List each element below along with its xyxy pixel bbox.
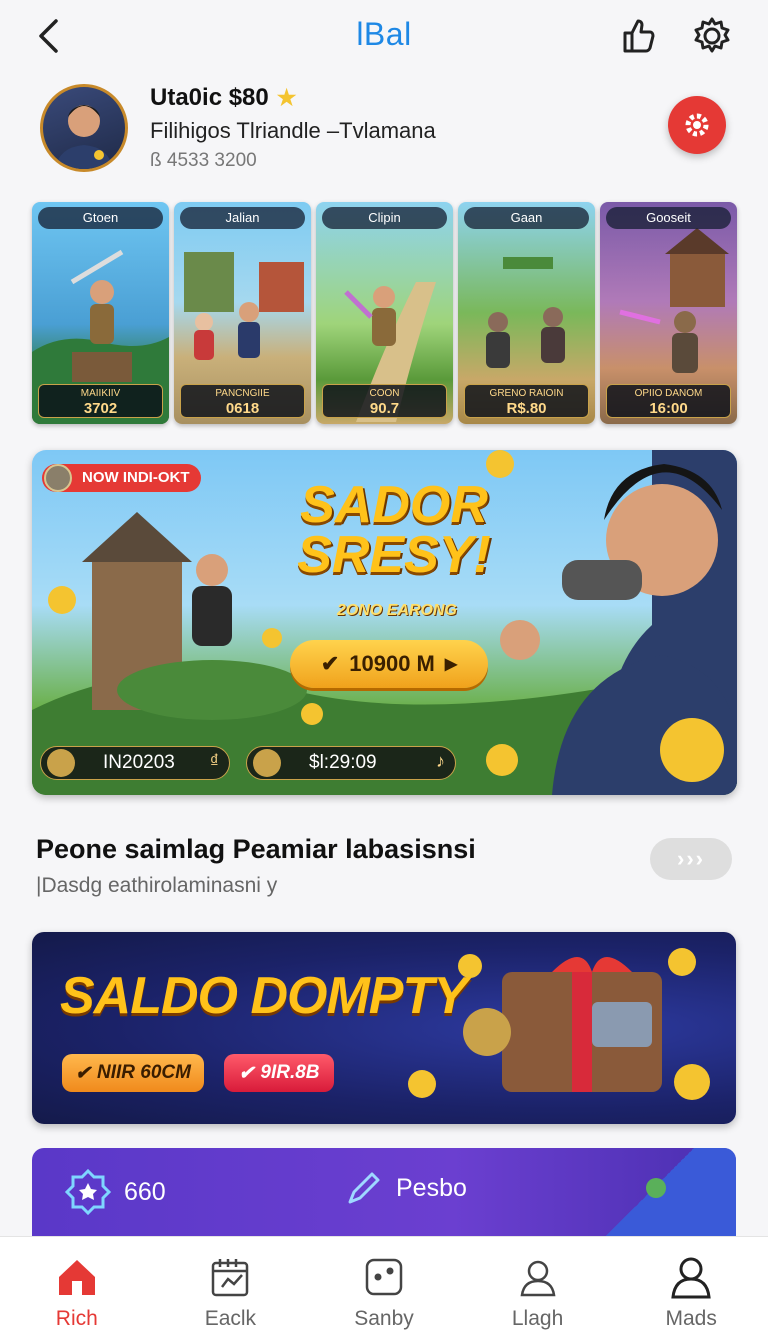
nav-item-eaclk[interactable]: Eaclk: [154, 1237, 308, 1344]
nav-item-llagh[interactable]: Llagh: [461, 1237, 615, 1344]
game-card[interactable]: Gaan GRENO RAIOIN R$.80: [458, 202, 595, 424]
nav-label: Mads: [665, 1307, 717, 1330]
game-card[interactable]: Gtoen MAIIKIIV 3702: [32, 202, 169, 424]
profile-subtitle: Filihigos Tlriandle –Tvlamana: [150, 118, 436, 143]
card-title: Gtoen: [38, 207, 163, 229]
hero-banner[interactable]: NOW INDI-OKT SADOR SRESY! 2ONO EARONG ✔ 1…: [32, 450, 737, 795]
hero-subtitle: 2ONO EARONG: [336, 602, 457, 619]
card-footer: COON 90.7: [322, 384, 447, 418]
dice-icon: [365, 1258, 403, 1296]
check-icon: ✔: [320, 651, 340, 676]
game-cards-row: Gtoen MAIIKIIV 3702 Jalian PANCNGIIE 0618 …: [32, 202, 738, 424]
music-icon: ♪: [436, 751, 445, 771]
see-more-button[interactable]: ›››: [650, 838, 732, 880]
user-icon: [520, 1260, 556, 1297]
promo-banner[interactable]: SALDO DOMPTY ✔ NIIR 60CM ✔ 9IR.8B: [32, 932, 736, 1124]
profile-settings-button[interactable]: [668, 96, 726, 154]
section-subtitle: |Dasdg eathirolaminasni y: [36, 874, 278, 897]
coin-icon: ₫: [209, 751, 219, 771]
avatar[interactable]: [40, 84, 128, 172]
card-title: Jalian: [180, 207, 305, 229]
profile-name: Uta0ic $80 ★: [150, 84, 297, 111]
game-card[interactable]: Gooseit OPIIO DANOM 16:00: [600, 202, 737, 424]
hero-badge: NOW INDI-OKT: [42, 464, 202, 492]
section-title: Peone saimlag Peamiar labasisnsi: [36, 834, 476, 864]
promo-title: SALDO DOMPTY: [60, 967, 468, 1025]
promo-button-1[interactable]: ✔ NIIR 60CM: [62, 1054, 204, 1092]
play-icon: ▶: [444, 656, 458, 673]
like-button[interactable]: [616, 14, 660, 58]
calendar-icon: [212, 1259, 249, 1297]
nav-label: Rich: [55, 1307, 98, 1330]
chest-icon: [253, 749, 281, 777]
profile-icon: [671, 1257, 711, 1299]
nav-label: Eaclk: [204, 1307, 257, 1330]
stats-bar: 660 Pesbo: [32, 1148, 736, 1238]
card-footer: MAIIKIIV 3702: [38, 384, 163, 418]
profile-id: ß 4533 3200: [150, 150, 257, 171]
gem-icon: [646, 1178, 666, 1198]
badge-icon: [44, 464, 72, 492]
like-icon: [623, 19, 655, 53]
badge-icon: [64, 1168, 112, 1216]
check-icon: ✔: [238, 1062, 255, 1084]
hero-title: SADOR SRESY!: [297, 476, 491, 584]
card-footer: GRENO RAIOIN R$.80: [464, 384, 589, 418]
card-title: Clipin: [322, 207, 447, 229]
game-card[interactable]: Clipin COON 90.7: [316, 202, 453, 424]
pen-icon: [348, 1172, 380, 1204]
game-card[interactable]: Jalian PANCNGIIE 0618: [174, 202, 311, 424]
nav-label: Sanby: [354, 1307, 414, 1330]
home-icon: [58, 1260, 95, 1295]
hero-pill-timer[interactable]: $l:29:09 ♪: [246, 746, 456, 780]
settings-icon: [694, 17, 730, 53]
gear-icon: [685, 113, 709, 137]
nav-label: Llagh: [511, 1307, 564, 1330]
stat-badge[interactable]: 660: [64, 1168, 166, 1216]
promo-button-2[interactable]: ✔ 9IR.8B: [224, 1054, 334, 1092]
stat-pen[interactable]: Pesbo: [344, 1168, 467, 1208]
card-footer: OPIIO DANOM 16:00: [606, 384, 731, 418]
profile-section: Uta0ic $80 ★ Filihigos Tlriandle –Tvlaman…: [40, 84, 730, 184]
top-bar: lBal: [0, 0, 768, 72]
nav-item-sanby[interactable]: Sanby: [307, 1237, 461, 1344]
hero-cta-button[interactable]: ✔ 10900 M ▶: [290, 640, 488, 688]
card-footer: PANCNGIIE 0618: [180, 384, 305, 418]
card-title: Gooseit: [606, 207, 731, 229]
nav-item-mads[interactable]: Mads: [614, 1237, 768, 1344]
star-icon: ★: [276, 85, 297, 110]
hero-pill-code[interactable]: IN20203 ₫: [40, 746, 230, 780]
nav-item-rich[interactable]: Rich: [0, 1237, 154, 1344]
bottom-nav: Rich Eaclk Sanby Llagh Mads: [0, 1236, 768, 1344]
check-icon: ✔: [75, 1062, 91, 1084]
badge-icon: [47, 749, 75, 777]
settings-button[interactable]: [690, 14, 734, 58]
card-title: Gaan: [464, 207, 589, 229]
